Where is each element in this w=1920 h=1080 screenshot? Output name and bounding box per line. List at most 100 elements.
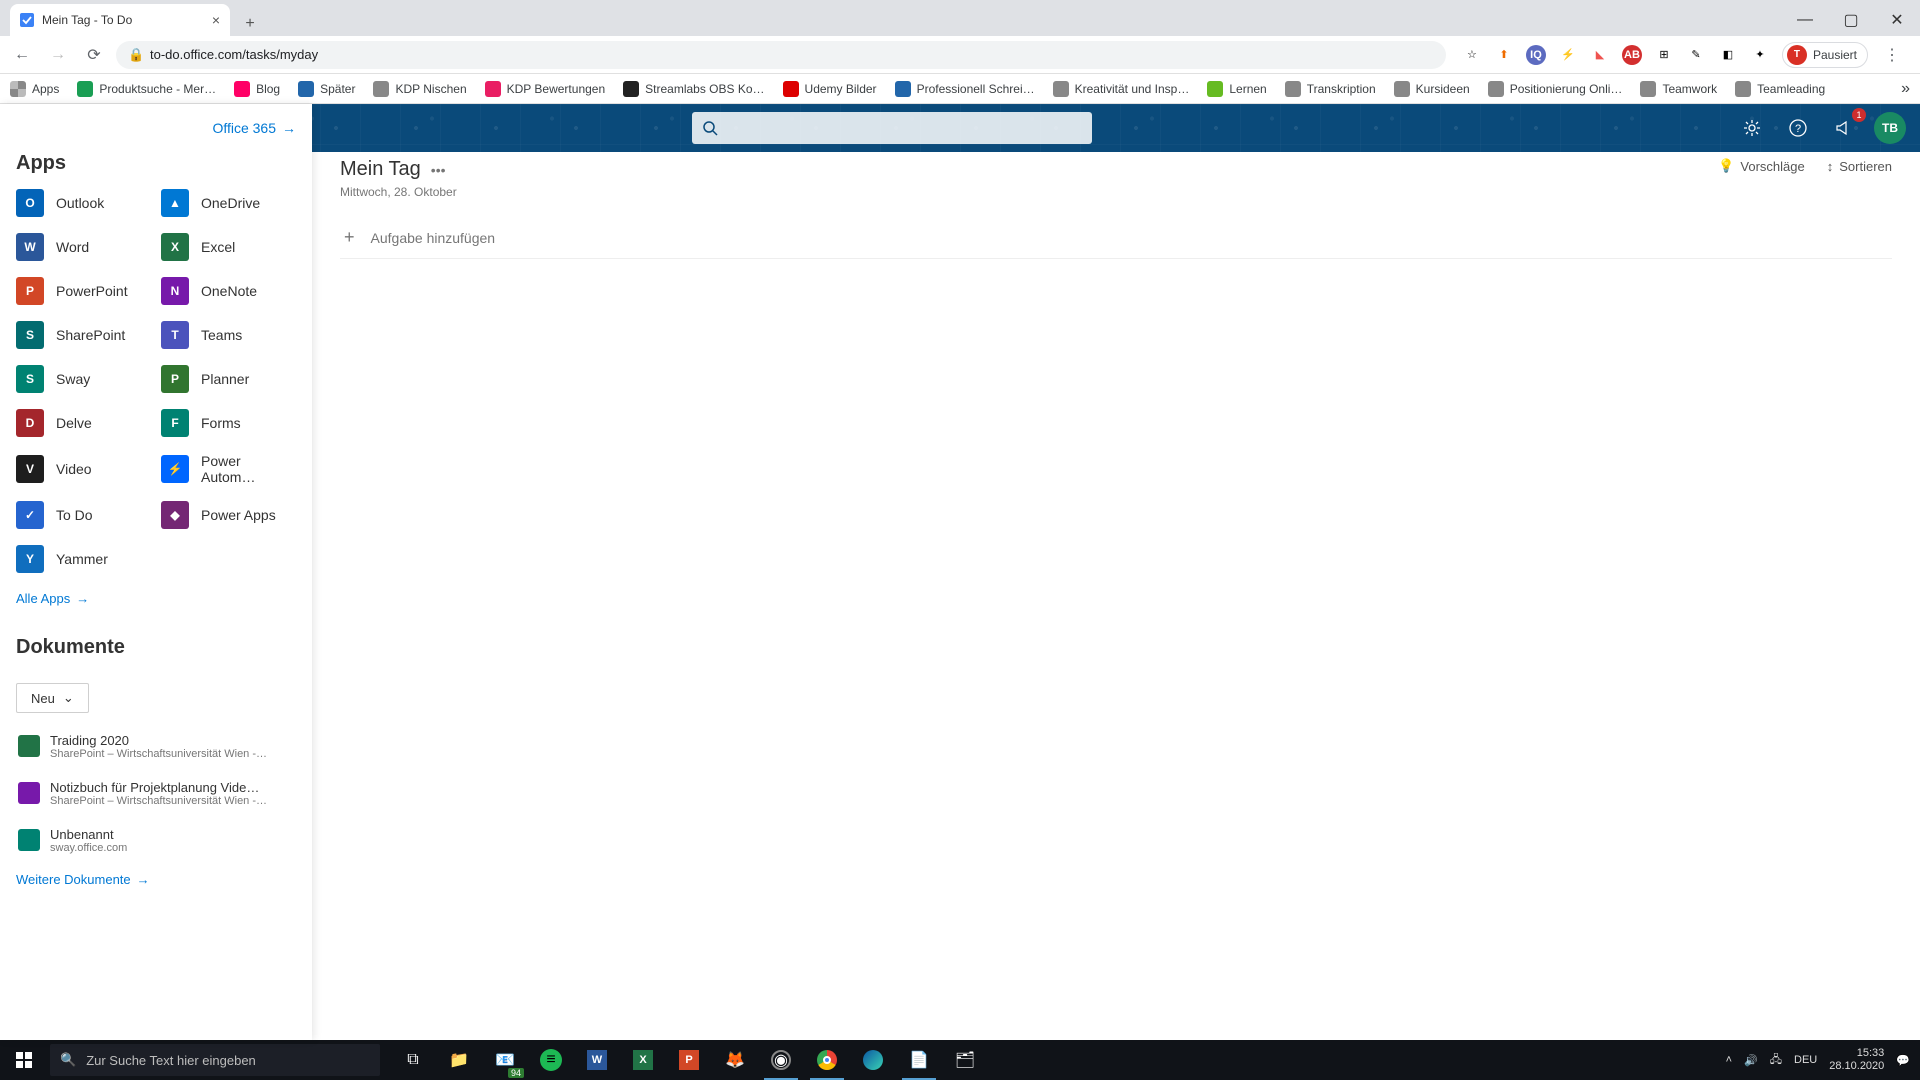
app-label: SharePoint <box>56 327 125 343</box>
app-label: To Do <box>56 507 93 523</box>
bookmark-item[interactable]: Udemy Bilder <box>783 81 877 97</box>
extensions-puzzle-icon[interactable]: ✦ <box>1750 45 1770 65</box>
extension-tag-icon[interactable]: ◣ <box>1590 45 1610 65</box>
app-icon[interactable]: 🗂 <box>942 1040 988 1080</box>
tray-chevron-icon[interactable]: ˄ <box>1726 1054 1732 1066</box>
bookmark-item[interactable]: Transkription <box>1285 81 1376 97</box>
browser-tab[interactable]: Mein Tag - To Do × <box>10 4 230 36</box>
tray-network-icon[interactable]: 🖧 <box>1770 1051 1782 1070</box>
bookmark-item[interactable]: Teamwork <box>1640 81 1717 97</box>
extension-dropper-icon[interactable]: ✎ <box>1686 45 1706 65</box>
word-icon[interactable]: W <box>574 1040 620 1080</box>
bookmark-favicon-icon <box>1640 81 1656 97</box>
app-item-video[interactable]: VVideo <box>16 453 151 485</box>
document-item[interactable]: Notizbuch für Projektplanung Vide…ShareP… <box>16 770 296 817</box>
bookmark-favicon-icon <box>298 81 314 97</box>
app-item-word[interactable]: WWord <box>16 233 151 261</box>
settings-icon[interactable] <box>1736 112 1768 144</box>
app-item-onedrive[interactable]: ▲OneDrive <box>161 189 296 217</box>
nav-forward-icon[interactable]: → <box>44 41 72 69</box>
notepad-icon[interactable]: 📄 <box>896 1040 942 1080</box>
address-bar[interactable]: 🔒 to-do.office.com/tasks/myday <box>116 41 1446 69</box>
list-options-icon[interactable]: ••• <box>431 162 446 178</box>
mail-icon[interactable]: 📧94 <box>482 1040 528 1080</box>
app-item-powerpoint[interactable]: PPowerPoint <box>16 277 151 305</box>
search-input[interactable] <box>692 112 1092 144</box>
bookmarks-overflow-icon[interactable]: » <box>1901 80 1910 98</box>
add-task-input[interactable]: + Aufgabe hinzufügen <box>340 217 1892 259</box>
app-item-outlook[interactable]: OOutlook <box>16 189 151 217</box>
sort-button[interactable]: ↕Sortieren <box>1827 159 1892 174</box>
app-item-todo[interactable]: ✓To Do <box>16 501 151 529</box>
extension-iq-icon[interactable]: IQ <box>1526 45 1546 65</box>
chrome-icon[interactable] <box>804 1040 850 1080</box>
taskbar-search[interactable]: 🔍 Zur Suche Text hier eingeben <box>50 1044 380 1076</box>
browser-menu-icon[interactable]: ⋮ <box>1880 45 1904 65</box>
document-item[interactable]: Traiding 2020SharePoint – Wirtschaftsuni… <box>16 723 296 770</box>
app-item-onenote[interactable]: NOneNote <box>161 277 296 305</box>
app-item-excel[interactable]: XExcel <box>161 233 296 261</box>
extension-icon[interactable]: ⬆ <box>1494 45 1514 65</box>
bookmark-item[interactable]: Positionierung Onli… <box>1488 81 1623 97</box>
task-view-icon[interactable]: ⧉ <box>390 1040 436 1080</box>
bookmark-item[interactable]: Blog <box>234 81 280 97</box>
bookmark-item[interactable]: Lernen <box>1207 81 1266 97</box>
bookmark-item[interactable]: Teamleading <box>1735 81 1825 97</box>
new-tab-button[interactable]: + <box>238 12 262 36</box>
app-item-powerautom[interactable]: ⚡Power Autom… <box>161 453 296 485</box>
bookmark-item[interactable]: Produktsuche - Mer… <box>77 81 216 97</box>
nav-back-icon[interactable]: ← <box>8 41 36 69</box>
app-item-teams[interactable]: TTeams <box>161 321 296 349</box>
bookmark-favicon-icon <box>1207 81 1223 97</box>
all-apps-link[interactable]: Alle Apps→ <box>16 591 296 606</box>
powerpoint-icon[interactable]: P <box>666 1040 712 1080</box>
bookmarks-apps[interactable]: Apps <box>10 81 59 97</box>
bookmark-item[interactable]: KDP Bewertungen <box>485 81 606 97</box>
app-item-planner[interactable]: PPlanner <box>161 365 296 393</box>
edge-icon[interactable] <box>850 1040 896 1080</box>
adblock-icon[interactable]: AB <box>1622 45 1642 65</box>
more-documents-link[interactable]: Weitere Dokumente→ <box>16 872 296 887</box>
app-item-yammer[interactable]: YYammer <box>16 545 151 573</box>
spotify-icon[interactable]: ≡ <box>528 1040 574 1080</box>
extension-grid-icon[interactable]: ⊞ <box>1654 45 1674 65</box>
obs-icon[interactable]: ◉ <box>758 1040 804 1080</box>
app-item-sway[interactable]: SSway <box>16 365 151 393</box>
firefox-icon[interactable]: 🦊 <box>712 1040 758 1080</box>
excel-icon[interactable]: X <box>620 1040 666 1080</box>
app-item-forms[interactable]: FForms <box>161 409 296 437</box>
suggestions-button[interactable]: 💡Vorschläge <box>1718 158 1805 174</box>
account-avatar[interactable]: TB <box>1874 112 1906 144</box>
bookmark-item[interactable]: Professionell Schrei… <box>895 81 1035 97</box>
bookmark-item[interactable]: Später <box>298 81 355 97</box>
bookmark-item[interactable]: Streamlabs OBS Ko… <box>623 81 764 97</box>
extension-generic-icon[interactable]: ◧ <box>1718 45 1738 65</box>
bookmark-item[interactable]: Kursideen <box>1394 81 1470 97</box>
new-document-button[interactable]: Neu⌄ <box>16 683 89 713</box>
window-close-icon[interactable]: ✕ <box>1874 4 1920 36</box>
start-button[interactable] <box>0 1040 48 1080</box>
action-center-icon[interactable]: 💬 <box>1896 1054 1910 1067</box>
app-item-sharepoint[interactable]: SSharePoint <box>16 321 151 349</box>
announcements-icon[interactable]: 1 <box>1828 112 1860 144</box>
help-icon[interactable]: ? <box>1782 112 1814 144</box>
document-item[interactable]: Unbenanntsway.office.com <box>16 817 296 864</box>
app-label: Word <box>56 239 89 255</box>
tray-clock[interactable]: 15:33 28.10.2020 <box>1829 1047 1884 1073</box>
extension-bolt-icon[interactable]: ⚡ <box>1558 45 1578 65</box>
star-bookmark-icon[interactable]: ☆ <box>1462 45 1482 65</box>
office365-link[interactable]: Office 365→ <box>212 120 296 136</box>
nav-reload-icon[interactable]: ⟳ <box>80 41 108 69</box>
windows-taskbar: 🔍 Zur Suche Text hier eingeben ⧉ 📁 📧94 ≡… <box>0 1040 1920 1080</box>
window-maximize-icon[interactable]: ▢ <box>1828 4 1874 36</box>
window-minimize-icon[interactable]: — <box>1782 4 1828 36</box>
tab-close-icon[interactable]: × <box>212 12 220 28</box>
app-item-powerapps[interactable]: ◆Power Apps <box>161 501 296 529</box>
profile-button[interactable]: T Pausiert <box>1782 42 1868 68</box>
file-explorer-icon[interactable]: 📁 <box>436 1040 482 1080</box>
app-item-delve[interactable]: DDelve <box>16 409 151 437</box>
tray-language[interactable]: DEU <box>1794 1054 1817 1066</box>
bookmark-item[interactable]: Kreativität und Insp… <box>1053 81 1190 97</box>
tray-volume-icon[interactable]: 🔊 <box>1744 1054 1758 1067</box>
bookmark-item[interactable]: KDP Nischen <box>373 81 466 97</box>
